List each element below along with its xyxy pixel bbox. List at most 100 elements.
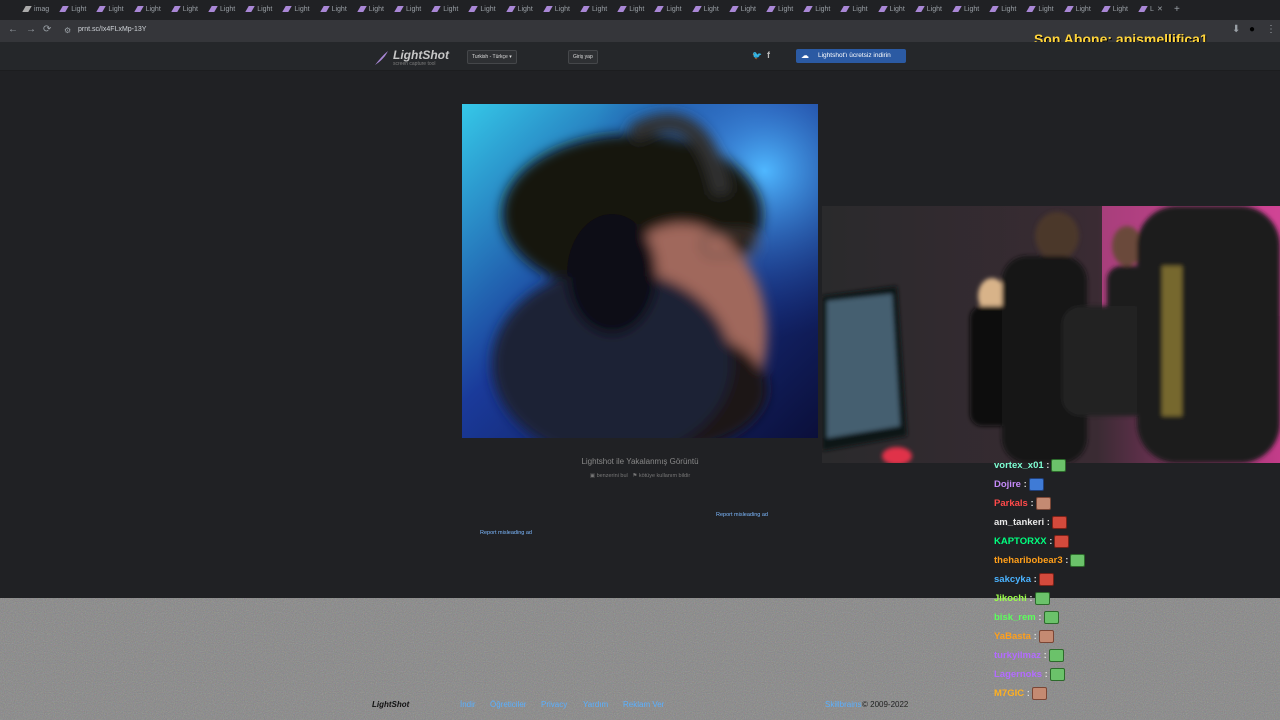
browser-tab[interactable]: Light (1063, 3, 1091, 17)
report-abuse-link[interactable]: ⚑ kötüye kullanım bildir (632, 473, 690, 479)
close-tab-icon[interactable]: ✕ (1157, 3, 1163, 17)
chat-username[interactable]: Dojire (994, 479, 1021, 490)
chat-separator: : (1043, 460, 1050, 472)
chat-message: sakcyka : (994, 573, 1054, 586)
lightshot-feather-icon (952, 6, 962, 13)
footer-link-ads[interactable]: Reklam Ver (623, 700, 664, 709)
browser-tab[interactable]: Light (915, 3, 942, 17)
chat-username[interactable]: Parkals (994, 498, 1028, 509)
chat-username[interactable]: theharibobear3 (994, 555, 1063, 566)
download-cloud-icon: ☁ (801, 51, 809, 60)
browser-tab[interactable]: Light (171, 3, 198, 17)
footer-brand-link[interactable]: Skillbrains (825, 700, 861, 709)
search-similar-link[interactable]: ▣ benzerini bul (590, 473, 628, 479)
chat-username[interactable]: vortex_x01 (994, 460, 1044, 471)
browser-tab[interactable]: Light (59, 3, 86, 17)
browser-tab[interactable]: Light (877, 3, 905, 17)
caption-links: ▣ benzerini bul ⚑ kötüye kullanım bildir (462, 473, 818, 479)
browser-tab[interactable]: Light (803, 3, 830, 17)
lightshot-feather-icon (654, 6, 665, 13)
chat-message: bisk_rem : (994, 611, 1059, 624)
back-icon[interactable]: ← (8, 24, 18, 35)
site-info-icon[interactable]: ⚙ (64, 26, 71, 35)
browser-tab[interactable]: Light (952, 3, 979, 17)
menu-icon[interactable]: ⋮ (1266, 24, 1276, 35)
chat-username[interactable]: Lagernoks (994, 669, 1042, 680)
browser-tab[interactable]: Light (691, 3, 719, 17)
chat-username[interactable]: sakcyka (994, 574, 1031, 585)
lightshot-feather-icon (691, 6, 702, 13)
green-emote-icon (1043, 611, 1059, 624)
lightshot-feather-icon (915, 6, 925, 13)
browser-tab[interactable]: Light (208, 3, 236, 17)
report-ad-link-2[interactable]: Report misleading ad (480, 530, 532, 536)
tab-title: Light (220, 6, 236, 13)
tab-title: Light (703, 6, 719, 13)
browser-tab[interactable]: Light (96, 3, 124, 17)
browser-tab[interactable]: Light (989, 3, 1016, 17)
reload-icon[interactable]: ⟳ (43, 24, 51, 35)
download-button[interactable]: ☁ Lightshot'ı ücretsiz indirin (796, 49, 906, 63)
browser-tab[interactable]: Light (1026, 3, 1054, 17)
chat-separator: : (1020, 479, 1027, 491)
chat-separator: : (1027, 498, 1034, 510)
tab-title: Light (554, 6, 570, 13)
browser-tab[interactable]: imag (22, 3, 49, 17)
browser-tab[interactable]: Light (580, 3, 608, 17)
browser-tab[interactable]: L (1138, 3, 1154, 17)
lightshot-feather-icon (543, 6, 553, 13)
chat-username[interactable]: M7GIC (994, 688, 1024, 699)
browser-tab[interactable]: Light (840, 3, 868, 17)
chat-message: am_tankeri : (994, 516, 1067, 529)
green-emote-icon (1051, 459, 1067, 472)
browser-tab[interactable]: Light (133, 3, 161, 17)
lightshot-logo[interactable]: LightShot screen capture tool (373, 48, 453, 68)
forward-icon[interactable]: → (26, 24, 36, 35)
chat-username[interactable]: turkyilmaz (994, 650, 1041, 661)
report-ad-link-1[interactable]: Report misleading ad (716, 512, 768, 518)
browser-tab[interactable]: Light (543, 3, 570, 17)
footer-link-help[interactable]: Yardım (583, 700, 608, 709)
browser-tab[interactable]: Light (654, 3, 682, 17)
browser-tab[interactable]: Light (468, 3, 496, 17)
chat-username[interactable]: YaBasta (994, 631, 1031, 642)
footer-link-indir[interactable]: İndir (460, 700, 476, 709)
profile-icon[interactable]: ● (1249, 24, 1255, 35)
chat-message: Parkals : (994, 497, 1051, 510)
image-caption: Lightshot ile Yakalanmış Görüntü (581, 457, 699, 466)
chat-username[interactable]: KAPTORXX (994, 536, 1047, 547)
browser-tab[interactable]: Light (617, 3, 644, 17)
footer-link-privacy[interactable]: Privacy (541, 700, 567, 709)
login-button[interactable]: Giriş yap (568, 50, 598, 64)
tab-title: Light (257, 6, 273, 13)
footer-logo[interactable]: LightShot (372, 700, 409, 709)
chat-username[interactable]: am_tankeri (994, 517, 1044, 528)
url-field[interactable]: prnt.sc/Ix4FLxMp-13Y (78, 26, 146, 33)
logo-text: LightShot (393, 48, 449, 62)
browser-tab[interactable]: Light (245, 3, 273, 17)
browser-tab[interactable]: Light (1101, 3, 1128, 17)
language-select[interactable]: Turkish - Türkçe ▾ (467, 50, 517, 64)
chat-username[interactable]: bisk_rem (994, 612, 1036, 623)
lightshot-feather-icon (394, 6, 404, 13)
browser-tab[interactable]: Light (282, 3, 310, 17)
lightshot-feather-icon (766, 6, 776, 13)
facebook-icon[interactable]: f (767, 50, 770, 60)
chat-separator: : (1041, 650, 1047, 662)
red-emote-icon (1051, 516, 1067, 529)
chat-message: theharibobear3 : (994, 554, 1086, 567)
tab-title: Light (592, 6, 608, 13)
browser-tab[interactable]: Light (357, 3, 384, 17)
download-icon[interactable]: ⬇ (1232, 24, 1240, 35)
chat-username[interactable]: Jikochi (994, 593, 1027, 604)
browser-tab[interactable]: Light (394, 3, 421, 17)
browser-tab[interactable]: Light (319, 3, 347, 17)
browser-tab[interactable]: Light (729, 3, 756, 17)
browser-tab[interactable]: Light (431, 3, 458, 17)
footer-link-tutorials[interactable]: Öğreticiler (490, 700, 526, 709)
new-tab-icon[interactable]: + (1174, 3, 1180, 17)
browser-tab[interactable]: Light (505, 3, 533, 17)
twitter-icon[interactable]: 🐦 (752, 51, 762, 60)
lightshot-feather-icon (1138, 6, 1148, 13)
browser-tab[interactable]: Light (766, 3, 793, 17)
